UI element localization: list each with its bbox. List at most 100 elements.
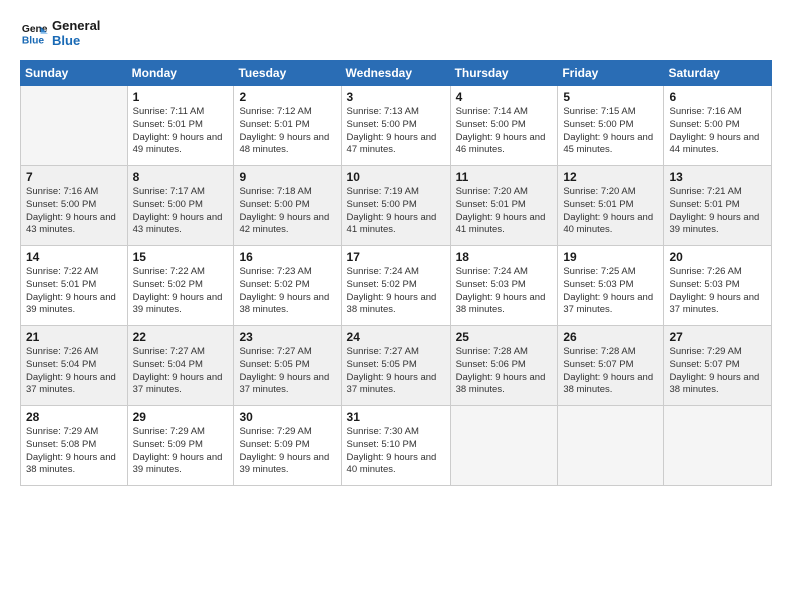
day-cell: 11 Sunrise: 7:20 AMSunset: 5:01 PMDayligh… bbox=[450, 166, 558, 246]
day-info: Sunrise: 7:16 AMSunset: 5:00 PMDaylight:… bbox=[669, 106, 766, 157]
day-cell: 31 Sunrise: 7:30 AMSunset: 5:10 PMDayligh… bbox=[341, 406, 450, 486]
day-number: 11 bbox=[456, 170, 553, 184]
day-cell bbox=[21, 86, 128, 166]
day-cell: 1 Sunrise: 7:11 AMSunset: 5:01 PMDaylight… bbox=[127, 86, 234, 166]
day-number: 30 bbox=[239, 410, 335, 424]
day-number: 5 bbox=[563, 90, 658, 104]
day-info: Sunrise: 7:25 AMSunset: 5:03 PMDaylight:… bbox=[563, 266, 658, 317]
day-cell: 14 Sunrise: 7:22 AMSunset: 5:01 PMDayligh… bbox=[21, 246, 128, 326]
day-cell: 13 Sunrise: 7:21 AMSunset: 5:01 PMDayligh… bbox=[664, 166, 772, 246]
day-info: Sunrise: 7:20 AMSunset: 5:01 PMDaylight:… bbox=[563, 186, 658, 237]
weekday-sunday: Sunday bbox=[21, 61, 128, 86]
day-cell: 23 Sunrise: 7:27 AMSunset: 5:05 PMDayligh… bbox=[234, 326, 341, 406]
day-number: 10 bbox=[347, 170, 445, 184]
weekday-saturday: Saturday bbox=[664, 61, 772, 86]
day-number: 19 bbox=[563, 250, 658, 264]
day-number: 15 bbox=[133, 250, 229, 264]
day-info: Sunrise: 7:29 AMSunset: 5:09 PMDaylight:… bbox=[133, 426, 229, 477]
weekday-tuesday: Tuesday bbox=[234, 61, 341, 86]
day-cell: 16 Sunrise: 7:23 AMSunset: 5:02 PMDayligh… bbox=[234, 246, 341, 326]
day-info: Sunrise: 7:28 AMSunset: 5:07 PMDaylight:… bbox=[563, 346, 658, 397]
day-info: Sunrise: 7:27 AMSunset: 5:04 PMDaylight:… bbox=[133, 346, 229, 397]
day-number: 18 bbox=[456, 250, 553, 264]
day-info: Sunrise: 7:22 AMSunset: 5:02 PMDaylight:… bbox=[133, 266, 229, 317]
day-cell: 22 Sunrise: 7:27 AMSunset: 5:04 PMDayligh… bbox=[127, 326, 234, 406]
day-cell: 15 Sunrise: 7:22 AMSunset: 5:02 PMDayligh… bbox=[127, 246, 234, 326]
day-info: Sunrise: 7:16 AMSunset: 5:00 PMDaylight:… bbox=[26, 186, 122, 237]
weekday-thursday: Thursday bbox=[450, 61, 558, 86]
day-cell: 10 Sunrise: 7:19 AMSunset: 5:00 PMDayligh… bbox=[341, 166, 450, 246]
day-info: Sunrise: 7:11 AMSunset: 5:01 PMDaylight:… bbox=[133, 106, 229, 157]
day-info: Sunrise: 7:26 AMSunset: 5:04 PMDaylight:… bbox=[26, 346, 122, 397]
day-cell: 5 Sunrise: 7:15 AMSunset: 5:00 PMDaylight… bbox=[558, 86, 664, 166]
day-number: 14 bbox=[26, 250, 122, 264]
day-cell: 8Sunrise: 7:17 AMSunset: 5:00 PMDaylight… bbox=[127, 166, 234, 246]
day-info: Sunrise: 7:26 AMSunset: 5:03 PMDaylight:… bbox=[669, 266, 766, 317]
day-number: 3 bbox=[347, 90, 445, 104]
day-info: Sunrise: 7:20 AMSunset: 5:01 PMDaylight:… bbox=[456, 186, 553, 237]
day-cell: 12Sunrise: 7:20 AMSunset: 5:01 PMDayligh… bbox=[558, 166, 664, 246]
day-info: Sunrise: 7:29 AMSunset: 5:09 PMDaylight:… bbox=[239, 426, 335, 477]
day-number: 13 bbox=[669, 170, 766, 184]
day-info: Sunrise: 7:29 AMSunset: 5:08 PMDaylight:… bbox=[26, 426, 122, 477]
week-row-5: 28 Sunrise: 7:29 AMSunset: 5:08 PMDayligh… bbox=[21, 406, 772, 486]
header: General Blue General Blue bbox=[20, 18, 772, 48]
day-cell: 26 Sunrise: 7:28 AMSunset: 5:07 PMDayligh… bbox=[558, 326, 664, 406]
day-number: 26 bbox=[563, 330, 658, 344]
day-cell: 20Sunrise: 7:26 AMSunset: 5:03 PMDayligh… bbox=[664, 246, 772, 326]
day-cell: 29 Sunrise: 7:29 AMSunset: 5:09 PMDayligh… bbox=[127, 406, 234, 486]
svg-text:Blue: Blue bbox=[22, 35, 45, 46]
calendar-table: SundayMondayTuesdayWednesdayThursdayFrid… bbox=[20, 60, 772, 486]
day-info: Sunrise: 7:27 AMSunset: 5:05 PMDaylight:… bbox=[347, 346, 445, 397]
weekday-header-row: SundayMondayTuesdayWednesdayThursdayFrid… bbox=[21, 61, 772, 86]
day-cell: 2Sunrise: 7:12 AMSunset: 5:01 PMDaylight… bbox=[234, 86, 341, 166]
day-number: 17 bbox=[347, 250, 445, 264]
week-row-4: 21 Sunrise: 7:26 AMSunset: 5:04 PMDayligh… bbox=[21, 326, 772, 406]
day-number: 25 bbox=[456, 330, 553, 344]
day-info: Sunrise: 7:24 AMSunset: 5:02 PMDaylight:… bbox=[347, 266, 445, 317]
day-info: Sunrise: 7:30 AMSunset: 5:10 PMDaylight:… bbox=[347, 426, 445, 477]
day-number: 27 bbox=[669, 330, 766, 344]
day-cell: 28 Sunrise: 7:29 AMSunset: 5:08 PMDayligh… bbox=[21, 406, 128, 486]
day-cell: 24 Sunrise: 7:27 AMSunset: 5:05 PMDayligh… bbox=[341, 326, 450, 406]
day-cell: 6 Sunrise: 7:16 AMSunset: 5:00 PMDaylight… bbox=[664, 86, 772, 166]
day-info: Sunrise: 7:19 AMSunset: 5:00 PMDaylight:… bbox=[347, 186, 445, 237]
day-cell: 25 Sunrise: 7:28 AMSunset: 5:06 PMDayligh… bbox=[450, 326, 558, 406]
day-number: 28 bbox=[26, 410, 122, 424]
day-info: Sunrise: 7:24 AMSunset: 5:03 PMDaylight:… bbox=[456, 266, 553, 317]
day-cell: 21 Sunrise: 7:26 AMSunset: 5:04 PMDayligh… bbox=[21, 326, 128, 406]
logo-text: General Blue bbox=[52, 18, 100, 48]
day-number: 24 bbox=[347, 330, 445, 344]
day-number: 1 bbox=[133, 90, 229, 104]
day-cell bbox=[558, 406, 664, 486]
day-cell: 30 Sunrise: 7:29 AMSunset: 5:09 PMDayligh… bbox=[234, 406, 341, 486]
day-info: Sunrise: 7:13 AMSunset: 5:00 PMDaylight:… bbox=[347, 106, 445, 157]
day-cell bbox=[450, 406, 558, 486]
day-number: 4 bbox=[456, 90, 553, 104]
day-info: Sunrise: 7:23 AMSunset: 5:02 PMDaylight:… bbox=[239, 266, 335, 317]
day-info: Sunrise: 7:15 AMSunset: 5:00 PMDaylight:… bbox=[563, 106, 658, 157]
weekday-friday: Friday bbox=[558, 61, 664, 86]
day-cell: 3 Sunrise: 7:13 AMSunset: 5:00 PMDaylight… bbox=[341, 86, 450, 166]
day-info: Sunrise: 7:27 AMSunset: 5:05 PMDaylight:… bbox=[239, 346, 335, 397]
day-cell: 18 Sunrise: 7:24 AMSunset: 5:03 PMDayligh… bbox=[450, 246, 558, 326]
day-number: 29 bbox=[133, 410, 229, 424]
day-info: Sunrise: 7:21 AMSunset: 5:01 PMDaylight:… bbox=[669, 186, 766, 237]
day-info: Sunrise: 7:29 AMSunset: 5:07 PMDaylight:… bbox=[669, 346, 766, 397]
day-number: 23 bbox=[239, 330, 335, 344]
day-number: 8 bbox=[133, 170, 229, 184]
weekday-wednesday: Wednesday bbox=[341, 61, 450, 86]
logo-icon: General Blue bbox=[20, 19, 48, 47]
day-number: 21 bbox=[26, 330, 122, 344]
day-number: 7 bbox=[26, 170, 122, 184]
day-number: 6 bbox=[669, 90, 766, 104]
day-number: 22 bbox=[133, 330, 229, 344]
day-number: 16 bbox=[239, 250, 335, 264]
day-number: 31 bbox=[347, 410, 445, 424]
day-cell bbox=[664, 406, 772, 486]
day-info: Sunrise: 7:22 AMSunset: 5:01 PMDaylight:… bbox=[26, 266, 122, 317]
day-info: Sunrise: 7:12 AMSunset: 5:01 PMDaylight:… bbox=[239, 106, 335, 157]
week-row-3: 14 Sunrise: 7:22 AMSunset: 5:01 PMDayligh… bbox=[21, 246, 772, 326]
day-info: Sunrise: 7:28 AMSunset: 5:06 PMDaylight:… bbox=[456, 346, 553, 397]
day-cell: 9Sunrise: 7:18 AMSunset: 5:00 PMDaylight… bbox=[234, 166, 341, 246]
